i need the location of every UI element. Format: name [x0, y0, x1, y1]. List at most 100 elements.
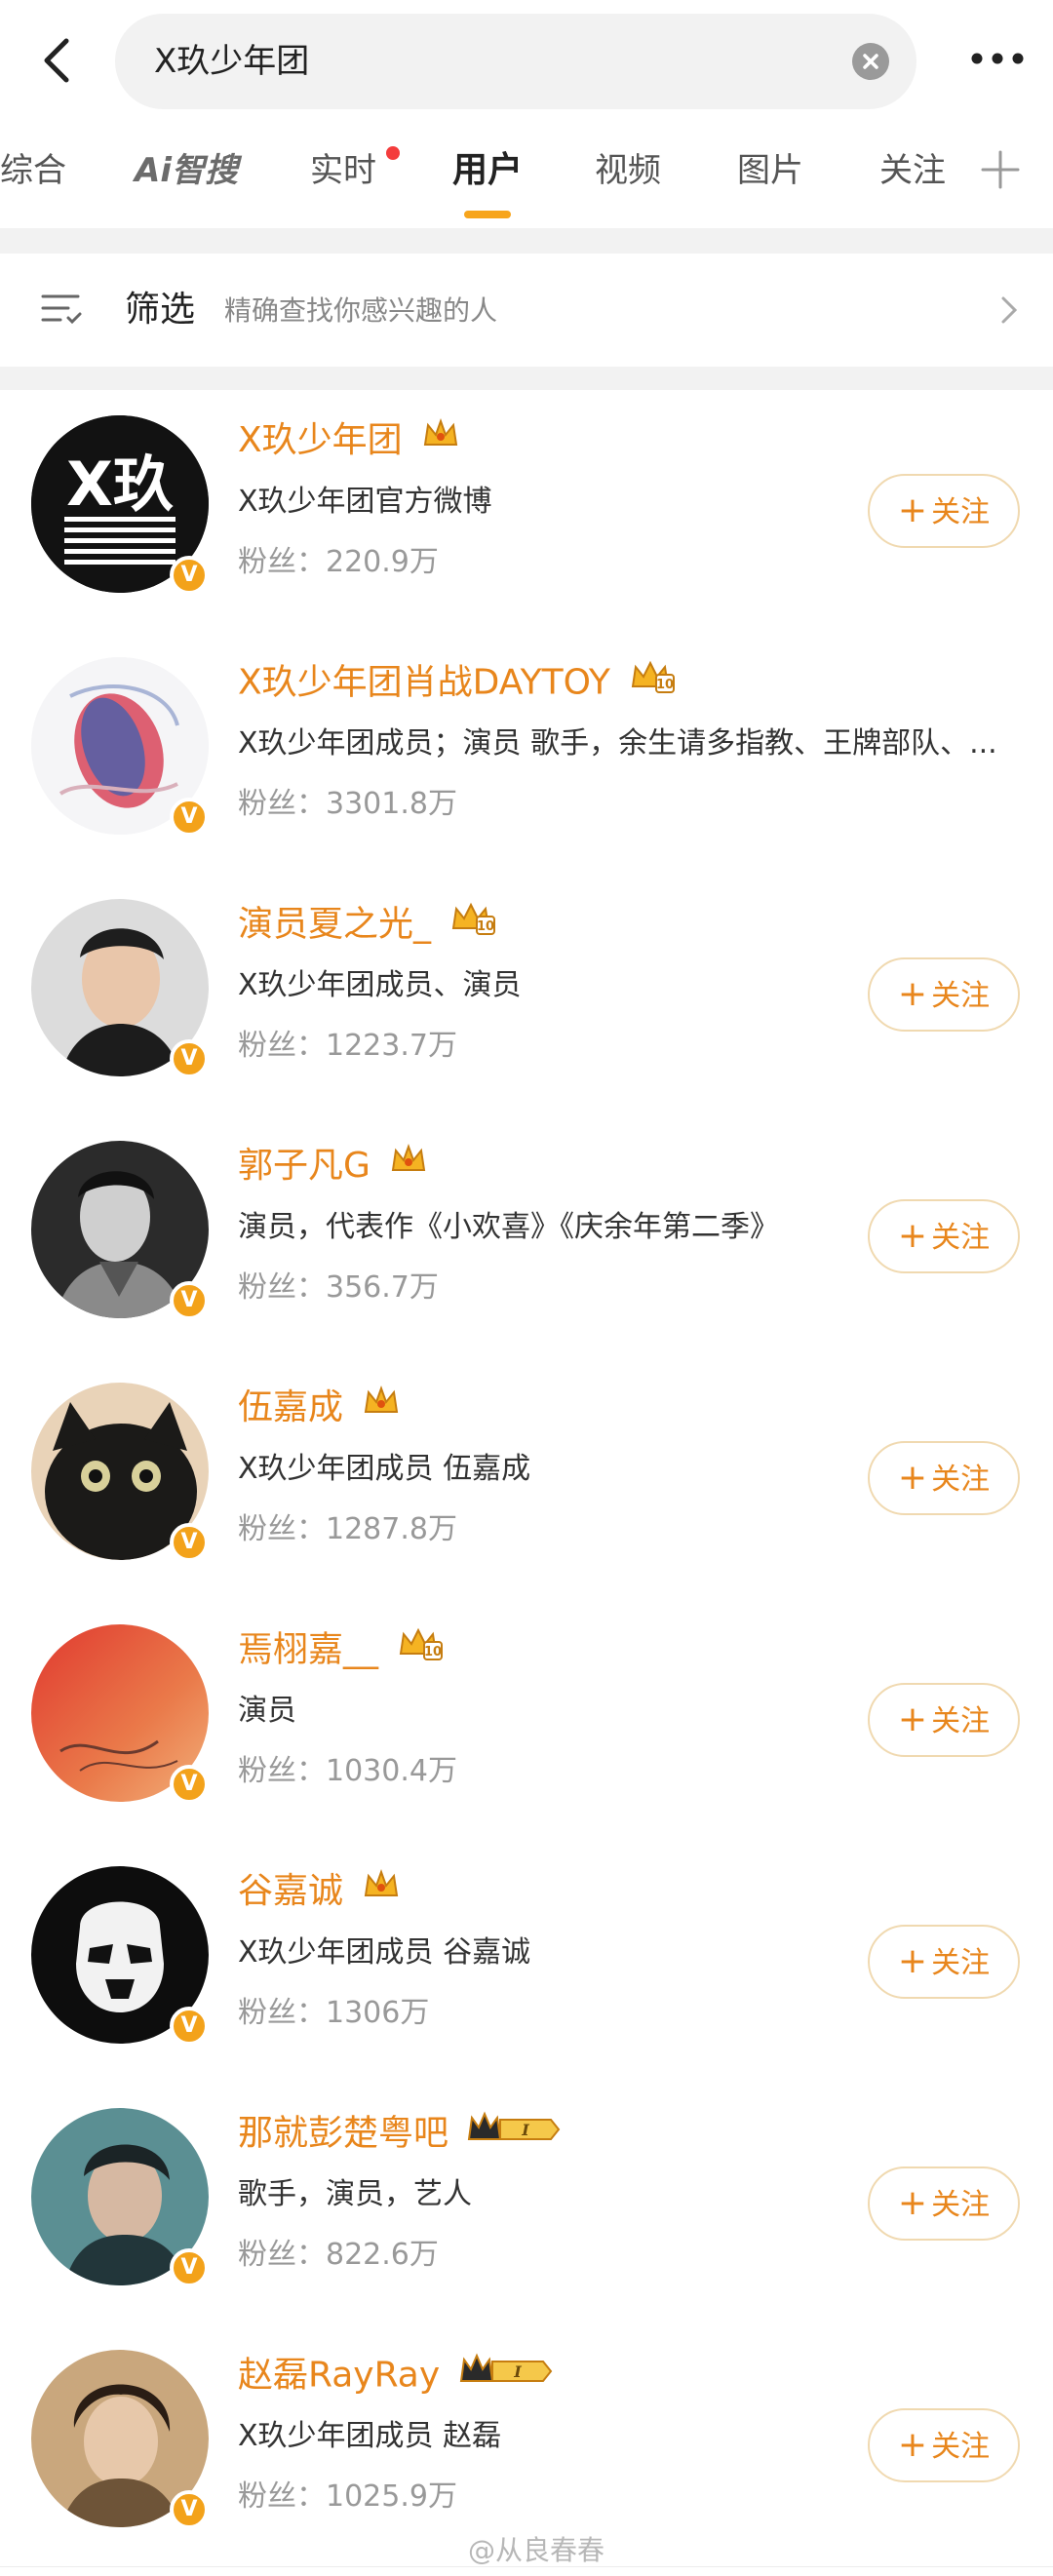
user-name[interactable]: X玖少年团肖战DAYTOY 10	[238, 657, 676, 711]
user-name[interactable]: 谷嘉诚	[238, 1866, 401, 1918]
user-description: X玖少年团成员、演员	[238, 968, 522, 1002]
user-name[interactable]: 伍嘉成	[238, 1383, 401, 1434]
user-description: 演员	[238, 1694, 296, 1728]
watermark: @从良春春	[468, 2534, 605, 2566]
filter-icon	[39, 287, 86, 333]
user-description: X玖少年团成员 谷嘉诚	[238, 1935, 531, 1970]
verified-icon: V	[170, 1281, 209, 1320]
user-name-text: 那就彭楚粤吧	[238, 2113, 449, 2154]
user-description: 歌手，演员，艺人	[238, 2177, 472, 2211]
notification-dot	[386, 146, 400, 160]
user-row[interactable]: X玖 V X玖少年团 X玖少年团官方微博 粉丝：220.9万 + 关注	[0, 390, 1053, 633]
follow-button[interactable]: + 关注	[868, 1925, 1020, 1999]
tab-all[interactable]: 综合	[0, 146, 66, 195]
follow-button[interactable]: + 关注	[868, 957, 1020, 1032]
follow-label: 关注	[931, 1946, 991, 1980]
level-badge-icon: I	[467, 2108, 561, 2162]
back-icon[interactable]	[29, 31, 88, 90]
user-row[interactable]: V 伍嘉成 X玖少年团成员 伍嘉成 粉丝：1287.8万 + 关注	[0, 1357, 1053, 1600]
tab-realtime[interactable]: 实时	[310, 146, 376, 195]
follow-button[interactable]: + 关注	[868, 1441, 1020, 1515]
user-name[interactable]: 演员夏之光_ 10	[238, 899, 496, 953]
search-query: X玖少年团	[154, 42, 310, 81]
add-tab-icon[interactable]	[979, 148, 1022, 191]
follow-label: 关注	[931, 979, 991, 1013]
fan-count: 粉丝：220.9万	[238, 545, 439, 579]
divider	[0, 228, 1053, 254]
tab-ai-search[interactable]: Ai智搜	[135, 146, 238, 195]
follow-label: 关注	[931, 495, 991, 529]
crown-icon	[362, 1867, 401, 1918]
user-name-text: 焉栩嘉__	[238, 1629, 379, 1670]
fan-count: 粉丝：356.7万	[238, 1270, 439, 1305]
plus-icon: +	[897, 490, 928, 530]
crown-level-icon: 10	[629, 657, 676, 711]
follow-button[interactable]: + 关注	[868, 474, 1020, 548]
user-name[interactable]: 那就彭楚粤吧 I	[238, 2108, 561, 2162]
crown-icon	[389, 1142, 428, 1192]
user-description: X玖少年团成员；演员 歌手，余生请多指教、王牌部队、...	[238, 726, 997, 761]
tab-images[interactable]: 图片	[737, 146, 803, 195]
follow-button[interactable]: + 关注	[868, 1683, 1020, 1757]
plus-icon: +	[897, 1216, 928, 1256]
user-name-text: X玖少年团肖战DAYTOY	[238, 662, 610, 703]
fan-count: 粉丝：1025.9万	[238, 2479, 457, 2514]
plus-icon: +	[897, 2425, 928, 2465]
clear-icon[interactable]	[852, 43, 889, 80]
chevron-right-icon	[994, 293, 1024, 328]
fan-count: 粉丝：1223.7万	[238, 1029, 457, 1063]
svg-text:X玖: X玖	[66, 449, 174, 520]
tab-bar: 综合 Ai智搜 实时 用户 视频 图片 关注	[0, 127, 1053, 228]
tab-follow[interactable]: 关注	[879, 146, 946, 195]
filter-subtitle: 精确查找你感兴趣的人	[224, 294, 498, 327]
verified-icon: V	[170, 2248, 209, 2287]
svg-text:10: 10	[477, 919, 494, 934]
fan-count: 粉丝：1030.4万	[238, 1754, 457, 1788]
user-name-text: X玖少年团	[238, 420, 403, 460]
user-row[interactable]: V 焉栩嘉__ 10 演员 粉丝：1030.4万 + 关注	[0, 1599, 1053, 1842]
filter-bar[interactable]: 筛选 精确查找你感兴趣的人	[0, 254, 1053, 367]
verified-icon: V	[170, 2490, 209, 2529]
follow-button[interactable]: + 关注	[868, 2408, 1020, 2482]
user-row[interactable]: V 谷嘉诚 X玖少年团成员 谷嘉诚 粉丝：1306万 + 关注	[0, 1841, 1053, 2084]
user-name[interactable]: 郭子凡G	[238, 1141, 428, 1192]
svg-text:I: I	[513, 2362, 522, 2381]
user-name[interactable]: 焉栩嘉__ 10	[238, 1624, 444, 1678]
verified-icon: V	[170, 1765, 209, 1804]
follow-label: 关注	[931, 1221, 991, 1255]
more-icon[interactable]	[965, 39, 1034, 78]
follow-button[interactable]: + 关注	[868, 1199, 1020, 1273]
tab-video[interactable]: 视频	[595, 146, 661, 195]
user-row[interactable]: V 那就彭楚粤吧 I 歌手，演员，艺人 粉丝：822.6万 + 关注	[0, 2083, 1053, 2325]
plus-icon: +	[897, 1941, 928, 1981]
verified-icon: V	[170, 1039, 209, 1078]
active-tab-indicator	[464, 211, 511, 218]
top-bar: X玖少年团	[0, 0, 1053, 127]
divider	[0, 367, 1053, 390]
user-name-text: 赵磊RayRay	[238, 2355, 441, 2396]
user-name[interactable]: 赵磊RayRay I	[238, 2350, 553, 2403]
follow-label: 关注	[931, 1704, 991, 1738]
verified-icon: V	[170, 798, 209, 837]
tab-users[interactable]: 用户	[452, 146, 523, 195]
follow-label: 关注	[931, 2430, 991, 2464]
user-row[interactable]: V 演员夏之光_ 10 X玖少年团成员、演员 粉丝：1223.7万 + 关注	[0, 874, 1053, 1116]
verified-icon: V	[170, 556, 209, 595]
fan-count: 粉丝：1287.8万	[238, 1512, 457, 1546]
plus-icon: +	[897, 1699, 928, 1739]
user-name-text: 谷嘉诚	[238, 1871, 344, 1911]
plus-icon: +	[897, 974, 928, 1014]
user-description: X玖少年团官方微博	[238, 485, 492, 519]
plus-icon: +	[897, 2183, 928, 2223]
user-name-text: 郭子凡G	[238, 1146, 370, 1186]
search-input[interactable]: X玖少年团	[115, 14, 916, 109]
user-name[interactable]: X玖少年团	[238, 415, 460, 467]
svg-text:10: 10	[424, 1645, 442, 1659]
crown-icon	[362, 1384, 401, 1434]
follow-label: 关注	[931, 2188, 991, 2222]
user-description: X玖少年团成员 赵磊	[238, 2419, 502, 2453]
fan-count: 粉丝：1306万	[238, 1996, 430, 2030]
user-row[interactable]: V X玖少年团肖战DAYTOY 10 X玖少年团成员；演员 歌手，余生请多指教、…	[0, 632, 1053, 875]
user-row[interactable]: V 郭子凡G 演员，代表作《小欢喜》《庆余年第二季》 粉丝：356.7万 + 关注	[0, 1115, 1053, 1358]
follow-button[interactable]: + 关注	[868, 2166, 1020, 2241]
